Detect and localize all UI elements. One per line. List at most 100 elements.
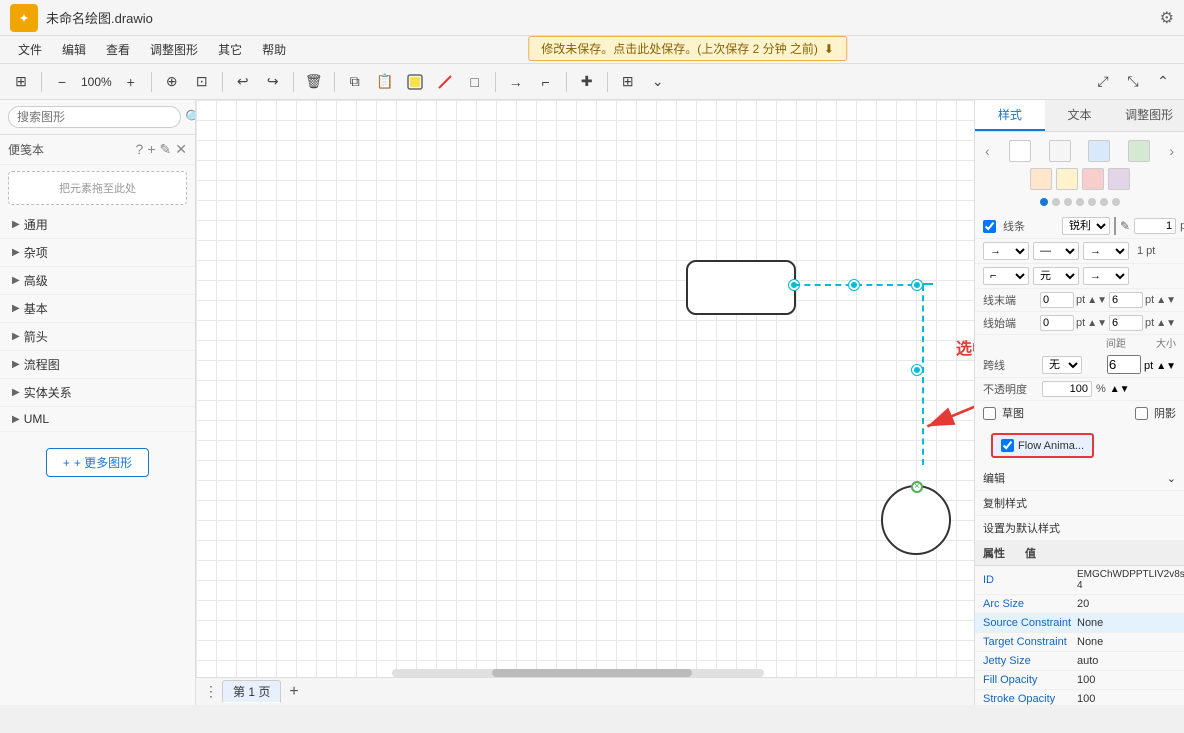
line-width-input[interactable] xyxy=(1134,218,1176,234)
connection-dot-3[interactable] xyxy=(912,280,922,290)
menu-extra[interactable]: 其它 xyxy=(210,39,250,60)
cross-select[interactable]: 无 xyxy=(1042,356,1082,374)
line-end-spin2[interactable]: ▲▼ xyxy=(1156,295,1176,306)
scrollbar-horizontal[interactable] xyxy=(392,669,764,677)
line-color-swatch[interactable] xyxy=(1114,217,1116,235)
swatch-white[interactable] xyxy=(1009,140,1031,162)
arrow-end-select[interactable]: → xyxy=(1083,242,1129,260)
line-edit-icon[interactable]: ✎ xyxy=(1120,219,1130,233)
swatch-red[interactable] xyxy=(1082,168,1104,190)
line-end-val2[interactable] xyxy=(1109,292,1143,308)
copy-button[interactable]: ⧉ xyxy=(342,69,368,95)
sidebar-item-basic[interactable]: ▶ 基本 xyxy=(0,295,195,323)
tab-style[interactable]: 样式 xyxy=(975,100,1045,131)
sidebar-item-general[interactable]: ▶ 通用 xyxy=(0,211,195,239)
zoom-page-button[interactable]: ⊡ xyxy=(189,69,215,95)
search-icon[interactable]: 🔍 xyxy=(185,109,196,126)
connection-dot-2[interactable] xyxy=(849,280,859,290)
page-menu-icon[interactable]: ⋮ xyxy=(204,683,218,700)
opacity-spin[interactable]: ▲▼ xyxy=(1110,384,1130,395)
zoom-out-button[interactable]: − xyxy=(49,69,75,95)
add-page-button[interactable]: + xyxy=(285,683,302,701)
menu-help[interactable]: 帮助 xyxy=(254,39,294,60)
fill-color-button[interactable] xyxy=(402,69,428,95)
line-checkbox[interactable] xyxy=(983,220,996,233)
rounded-rect-shape[interactable] xyxy=(686,260,796,315)
undo-button[interactable]: ↩ xyxy=(230,69,256,95)
flow-animation-button[interactable]: Flow Anima... xyxy=(991,433,1094,458)
line-start-val1[interactable] xyxy=(1040,315,1074,331)
line-end-spin1[interactable]: ▲▼ xyxy=(1087,295,1107,306)
connector-button[interactable]: → xyxy=(503,69,529,95)
tab-format[interactable]: 调整图形 xyxy=(1114,100,1184,131)
panel-toggle-button[interactable]: ⊞ xyxy=(8,69,34,95)
swatch-light-gray[interactable] xyxy=(1049,140,1071,162)
waypoint-type-select[interactable]: 元 xyxy=(1033,267,1079,285)
swatch-yellow[interactable] xyxy=(1056,168,1078,190)
delete-button[interactable]: 🗑 xyxy=(301,69,327,95)
opacity-input[interactable] xyxy=(1042,381,1092,397)
line-end-val1[interactable] xyxy=(1040,292,1074,308)
tab-text[interactable]: 文本 xyxy=(1045,100,1115,131)
more-shapes-button[interactable]: + + 更多图形 xyxy=(46,448,149,477)
connection-dot-mid[interactable] xyxy=(912,365,922,375)
sketch-checkbox[interactable] xyxy=(983,407,996,420)
swatch-green[interactable] xyxy=(1128,140,1150,162)
add-button[interactable]: ✚ xyxy=(574,69,600,95)
shape-button[interactable]: □ xyxy=(462,69,488,95)
swatch-purple[interactable] xyxy=(1108,168,1130,190)
line-start-spin1[interactable]: ▲▼ xyxy=(1087,318,1107,329)
set-default-row[interactable]: 设置为默认样式 xyxy=(975,516,1184,541)
cross-num-input[interactable] xyxy=(1107,355,1141,374)
sidebar-item-er[interactable]: ▶ 实体关系 xyxy=(0,379,195,407)
sidebar-item-arrows[interactable]: ▶ 箭头 xyxy=(0,323,195,351)
menu-edit[interactable]: 编辑 xyxy=(54,39,94,60)
swatch-blue[interactable] xyxy=(1088,140,1110,162)
zoom-value[interactable]: 100% xyxy=(77,74,116,90)
sidebar-item-uml[interactable]: ▶ UML xyxy=(0,407,195,432)
waypoint-select[interactable]: ⌐ xyxy=(983,267,1029,285)
search-input[interactable] xyxy=(8,106,181,128)
copy-style-row[interactable]: 复制样式 xyxy=(975,491,1184,516)
settings-icon[interactable]: ⚙ xyxy=(1160,8,1174,28)
favorites-close-icon[interactable]: ✕ xyxy=(175,141,187,158)
shadow-checkbox[interactable] xyxy=(1135,407,1148,420)
page-tab-1[interactable]: 第 1 页 xyxy=(222,680,281,703)
menu-format[interactable]: 调整图形 xyxy=(142,39,206,60)
redo-button[interactable]: ↪ xyxy=(260,69,286,95)
line-color-button[interactable] xyxy=(432,69,458,95)
arrow-mid-select[interactable]: — xyxy=(1033,242,1079,260)
line-start-val2[interactable] xyxy=(1109,315,1143,331)
notification-bar[interactable]: 修改未保存。点击此处保存。(上次保存 2 分钟 之前) ⬇ xyxy=(528,36,847,61)
circle-shape[interactable] xyxy=(881,485,951,555)
favorites-help-icon[interactable]: ? xyxy=(136,141,144,158)
sidebar-item-flowchart[interactable]: ▶ 流程图 xyxy=(0,351,195,379)
table-button[interactable]: ⊞ xyxy=(615,69,641,95)
canvas-area[interactable]: 选中后，线就会动 ⋮ 第 1 页 + xyxy=(196,100,974,705)
collapse-button[interactable]: ⤡ xyxy=(1120,69,1146,95)
favorites-add-icon[interactable]: + xyxy=(147,141,155,158)
sidebar-item-misc[interactable]: ▶ 杂项 xyxy=(0,239,195,267)
waypoint-button[interactable]: ⌐ xyxy=(533,69,559,95)
menu-file[interactable]: 文件 xyxy=(10,39,50,60)
sidebar-item-advanced[interactable]: ▶ 高级 xyxy=(0,267,195,295)
zoom-in-button[interactable]: + xyxy=(118,69,144,95)
cross-spin[interactable]: ▲▼ xyxy=(1156,361,1176,372)
flow-anim-checkbox[interactable] xyxy=(1001,439,1014,452)
collapse-panel-button[interactable]: ⌃ xyxy=(1150,69,1176,95)
expand-button[interactable]: ⤢ xyxy=(1090,69,1116,95)
line-type-select[interactable]: 锐利 圆角 直角 xyxy=(1062,217,1110,235)
menu-view[interactable]: 查看 xyxy=(98,39,138,60)
favorites-edit-icon[interactable]: ✎ xyxy=(160,141,172,158)
more-toolbar[interactable]: ⌄ xyxy=(645,69,671,95)
arrow-start-select[interactable]: →— xyxy=(983,242,1029,260)
scrollbar-thumb[interactable] xyxy=(492,669,692,677)
color-next-icon[interactable]: › xyxy=(1167,141,1176,161)
notification-download-icon[interactable]: ⬇ xyxy=(824,42,834,56)
swatch-orange[interactable] xyxy=(1030,168,1052,190)
circle-connection-dot[interactable] xyxy=(911,481,923,493)
edit-row[interactable]: 编辑 ⌄ xyxy=(975,466,1184,491)
color-prev-icon[interactable]: ‹ xyxy=(983,141,992,161)
zoom-fit-button[interactable]: ⊕ xyxy=(159,69,185,95)
line-start-spin2[interactable]: ▲▼ xyxy=(1156,318,1176,329)
